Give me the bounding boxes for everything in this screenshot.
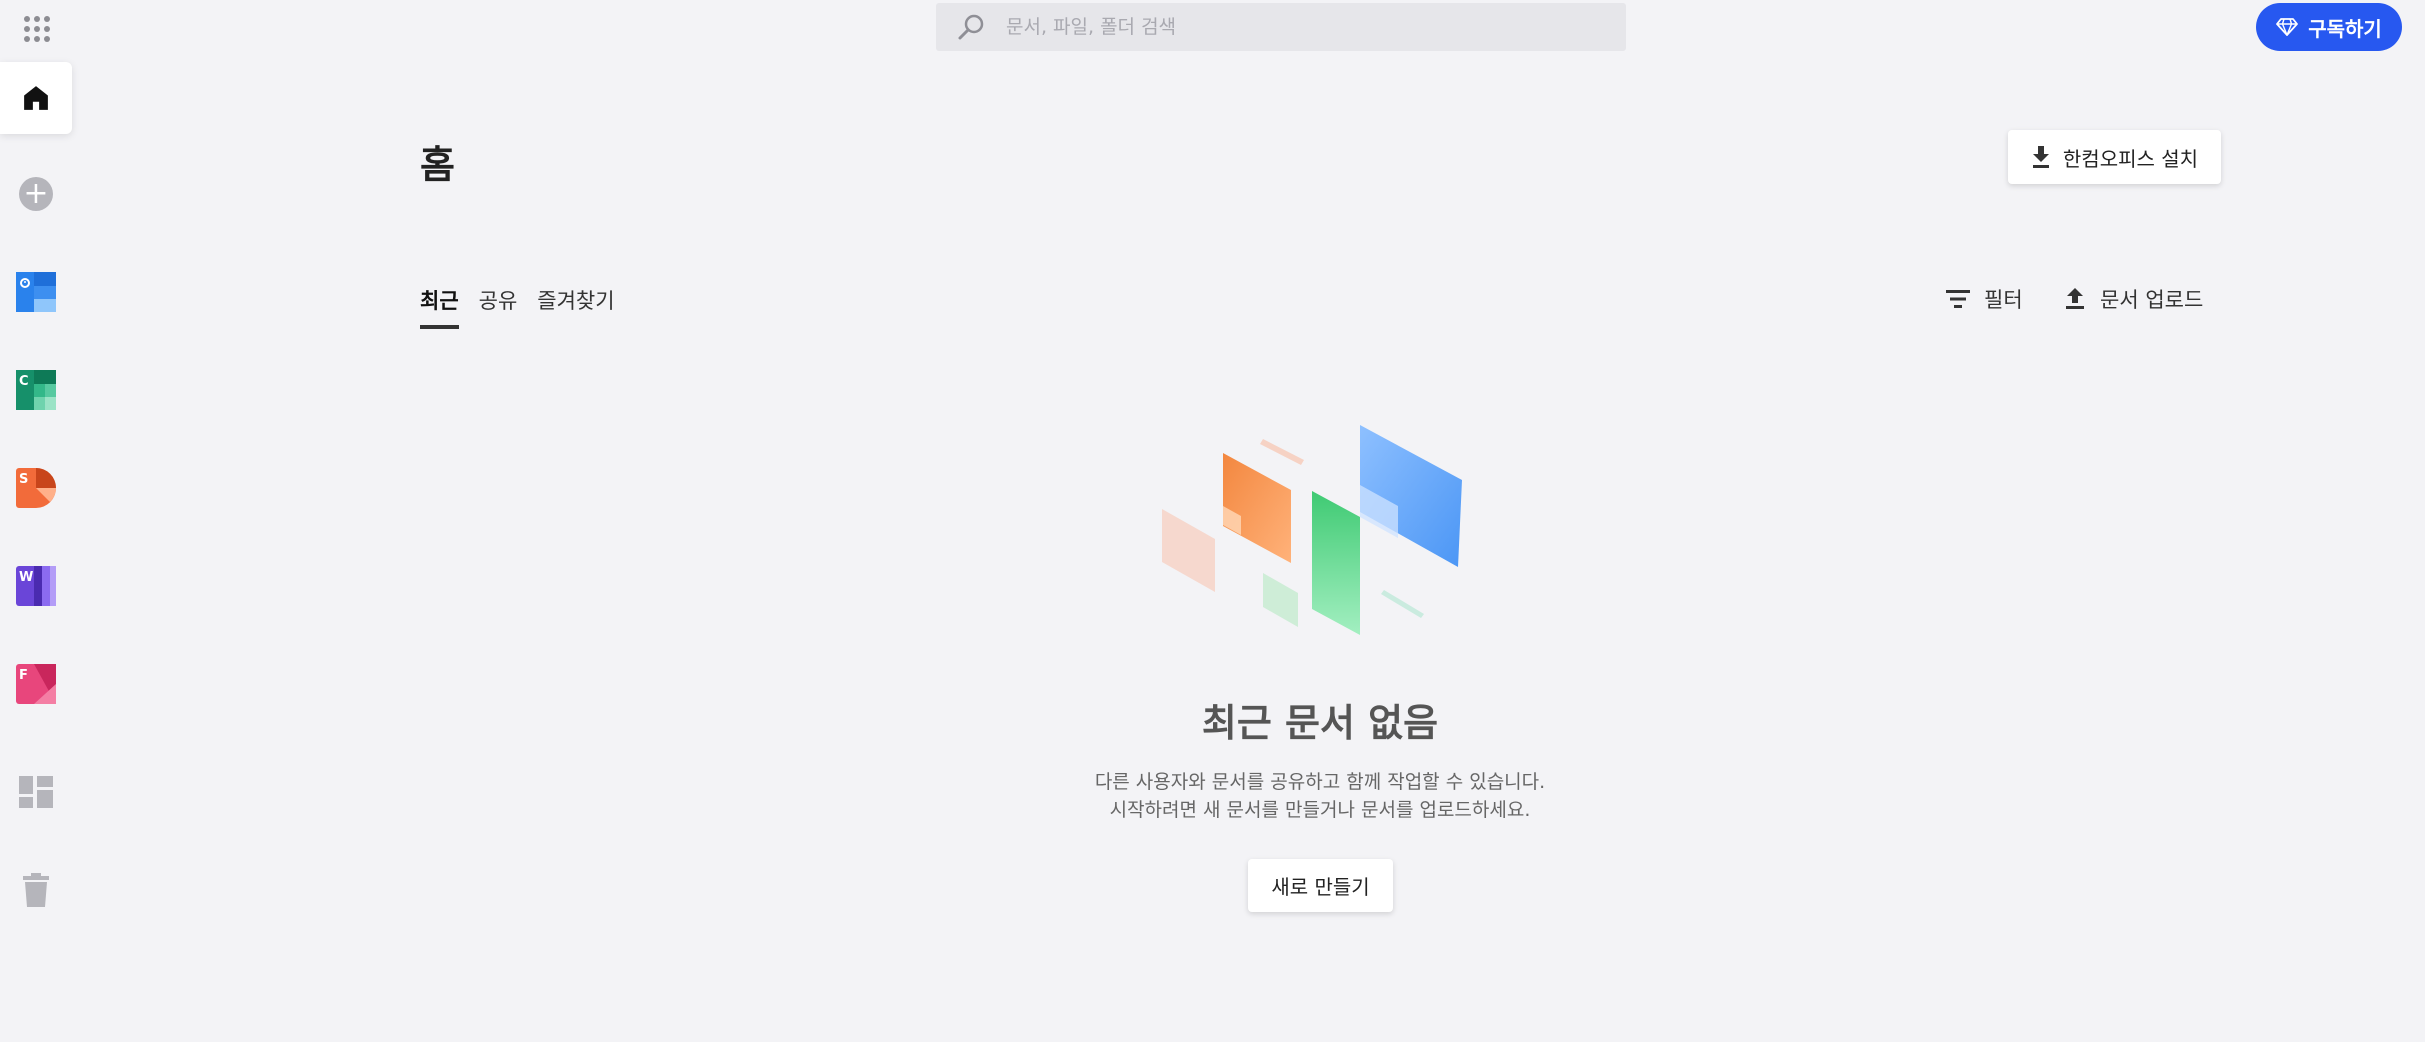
- page-title: 홈: [420, 143, 455, 187]
- upload-label: 문서 업로드: [2100, 288, 2204, 312]
- empty-state-line-2: 시작하려면 새 문서를 만들거나 문서를 업로드하세요.: [1109, 799, 1531, 821]
- cell-app-letter: C: [19, 374, 29, 389]
- app-window: + C S W F 문서, 파일, 폴더 검색 구독하기 홈 한컴오피스 설치 …: [0, 0, 2425, 1042]
- sidebar-item-trash[interactable]: [0, 860, 72, 920]
- empty-state-title: 최근 문서 없음: [1201, 701, 1439, 745]
- tab-recent[interactable]: 최근: [420, 285, 459, 329]
- tab-shared[interactable]: 공유: [479, 285, 518, 329]
- sidebar-item-show[interactable]: S: [0, 458, 72, 518]
- sidebar-item-home[interactable]: [0, 62, 72, 134]
- install-office-label: 한컴오피스 설치: [2062, 146, 2199, 171]
- sidebar-item-cell[interactable]: C: [0, 360, 72, 420]
- filter-label: 필터: [1984, 288, 2023, 312]
- tab-bar: 최근 공유 즐겨찾기: [420, 285, 615, 329]
- install-office-button[interactable]: 한컴오피스 설치: [2008, 130, 2221, 184]
- search-bar[interactable]: [936, 3, 1626, 51]
- diamond-icon: [2276, 18, 2299, 36]
- download-icon: [2032, 146, 2049, 168]
- subscribe-button[interactable]: 구독하기: [2256, 3, 2402, 51]
- sidebar: + C S W F: [0, 0, 72, 1042]
- word-app-letter: W: [19, 570, 33, 585]
- search-icon-wrap: [936, 3, 1006, 51]
- form-app-letter: F: [19, 668, 28, 683]
- show-app-letter: S: [19, 472, 28, 487]
- home-icon: [24, 86, 48, 110]
- empty-state-line-1: 다른 사용자와 문서를 공유하고 함께 작업할 수 있습니다.: [1094, 771, 1546, 793]
- word-app-icon: W: [16, 566, 56, 606]
- plus-circle-icon: +: [19, 177, 53, 211]
- tab-favorites[interactable]: 즐겨찾기: [537, 285, 614, 329]
- apps-grid-icon[interactable]: [24, 16, 50, 42]
- create-new-button[interactable]: 새로 만들기: [1248, 859, 1393, 912]
- search-icon: [958, 14, 984, 40]
- show-app-icon: S: [16, 468, 56, 508]
- empty-state-description: 다른 사용자와 문서를 공유하고 함께 작업할 수 있습니다. 시작하려면 새 …: [0, 768, 2425, 824]
- sidebar-item-calendar[interactable]: [0, 262, 72, 322]
- sidebar-item-new[interactable]: +: [0, 164, 72, 224]
- upload-button[interactable]: 문서 업로드: [2064, 284, 2203, 314]
- filter-icon: [1946, 290, 1970, 308]
- calendar-app-icon: [16, 272, 56, 312]
- search-input[interactable]: [1006, 3, 1626, 51]
- upload-icon: [2066, 288, 2084, 309]
- sidebar-item-word[interactable]: W: [0, 556, 72, 616]
- trash-icon: [23, 873, 49, 907]
- filter-button[interactable]: 필터: [1946, 284, 2023, 314]
- empty-state-illustration: [1162, 425, 1462, 635]
- subscribe-label: 구독하기: [2308, 16, 2382, 41]
- cell-app-icon: C: [16, 370, 56, 410]
